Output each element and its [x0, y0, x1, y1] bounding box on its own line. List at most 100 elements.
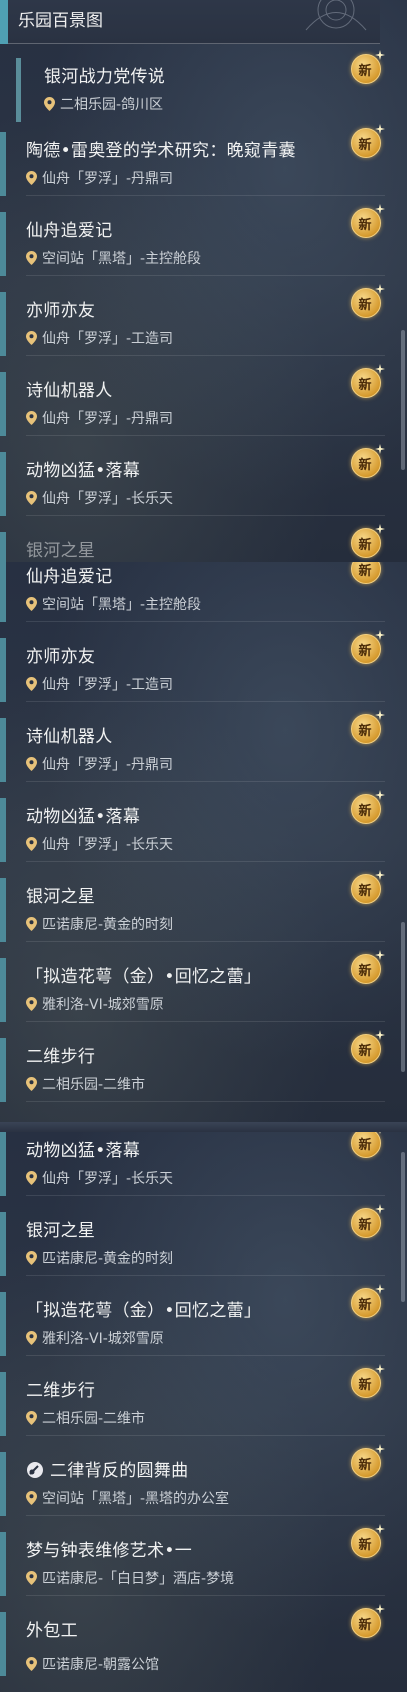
- item-location: 空间站「黑塔」-黑塔的办公室: [26, 1488, 229, 1508]
- list-item[interactable]: 诗仙机器人 仙舟「罗浮」-丹鼎司 新: [0, 364, 395, 436]
- location-pin-icon: [26, 1077, 37, 1091]
- item-accent-bar: [0, 638, 6, 702]
- item-location-text: 空间站「黑塔」-主控舱段: [42, 597, 202, 613]
- item-location: 二相乐园-二维市: [26, 1074, 145, 1094]
- new-badge: 新: [351, 1364, 385, 1398]
- item-divider: [26, 1195, 385, 1196]
- item-location-text: 匹诺康尼-黄金的时刻: [42, 917, 174, 933]
- list-item[interactable]: 外包工 匹诺康尼-朝露公馆 新: [0, 1604, 395, 1676]
- location-pin-icon: [26, 1571, 37, 1585]
- list-item[interactable]: 仙舟追爱记 空间站「黑塔」-主控舱段 新: [0, 562, 395, 622]
- item-location-text: 仙舟「罗浮」-长乐天: [42, 1171, 174, 1187]
- scrollbar[interactable]: [401, 922, 405, 1072]
- item-divider: [26, 435, 385, 436]
- item-divider: [26, 1355, 385, 1356]
- list-item[interactable]: 陶德•雷奥登的学术研究：晚窥青囊 仙舟「罗浮」-丹鼎司 新: [0, 124, 395, 196]
- location-pin-icon: [26, 757, 37, 771]
- new-badge: 新: [351, 284, 385, 318]
- location-pin-icon: [26, 597, 37, 611]
- item-title: 诗仙机器人: [26, 727, 113, 747]
- list-item[interactable]: 仙舟追爱记 空间站「黑塔」-主控舱段 新: [0, 204, 395, 276]
- sparkle-icon: [375, 1604, 385, 1614]
- item-location-text: 空间站「黑塔」-黑塔的办公室: [42, 1491, 230, 1507]
- location-pin-icon: [26, 837, 37, 851]
- item-title: 动物凶猛•落幕: [26, 807, 141, 827]
- item-title: 「拟造花萼（金）•回忆之蕾」: [26, 1301, 262, 1321]
- new-badge: 新: [351, 1132, 381, 1158]
- item-location: 空间站「黑塔」-主控舱段: [26, 594, 201, 614]
- item-divider: [26, 515, 385, 516]
- sparkle-icon: [375, 1444, 385, 1454]
- sparkle-icon: [375, 364, 385, 374]
- location-pin-icon: [26, 677, 37, 691]
- list-item[interactable]: 「拟造花萼（金）•回忆之蕾」 雅利洛-VI-城郊雪原 新: [0, 950, 395, 1022]
- sparkle-icon: [375, 1524, 385, 1534]
- item-divider: [26, 1515, 385, 1516]
- item-accent-bar: [0, 1532, 6, 1596]
- item-title: 陶德•雷奥登的学术研究：晚窥青囊: [26, 141, 296, 161]
- sparkle-icon: [375, 1030, 385, 1040]
- list-item[interactable]: 银河之星 匹诺康尼-黄金的时刻 新: [0, 1204, 395, 1276]
- new-badge: 新: [351, 444, 385, 478]
- item-title: 亦师亦友: [26, 301, 96, 321]
- sparkle-icon: [375, 950, 385, 960]
- location-pin-icon: [26, 1657, 37, 1671]
- location-pin-icon: [26, 917, 37, 931]
- list-item[interactable]: 动物凶猛•落幕 仙舟「罗浮」-长乐天 新: [0, 444, 395, 516]
- list-item[interactable]: 「拟造花萼（金）•回忆之蕾」 雅利洛-VI-城郊雪原 新: [0, 1284, 395, 1356]
- item-accent-bar: [0, 1292, 6, 1356]
- item-location: 仙舟「罗浮」-丹鼎司: [26, 168, 173, 188]
- item-location-text: 仙舟「罗浮」-丹鼎司: [42, 757, 174, 773]
- list-item[interactable]: 银河之星 新: [0, 524, 395, 562]
- item-location: 仙舟「罗浮」-长乐天: [26, 488, 173, 508]
- item-location: 仙舟「罗浮」-丹鼎司: [26, 754, 173, 774]
- item-location: 匹诺康尼-黄金的时刻: [26, 1248, 173, 1268]
- item-title: 动物凶猛•落幕: [26, 461, 141, 481]
- item-divider: [26, 941, 385, 942]
- item-location: 二相乐园-二维市: [26, 1408, 145, 1428]
- new-badge: 新: [351, 1524, 385, 1558]
- list-item[interactable]: 亦师亦友 仙舟「罗浮」-工造司 新: [0, 630, 395, 702]
- item-accent-bar: [0, 1038, 6, 1102]
- list-item[interactable]: 动物凶猛•落幕 仙舟「罗浮」-长乐天 新: [0, 1132, 395, 1196]
- item-location-text: 匹诺康尼-朝露公馆: [42, 1657, 160, 1673]
- scrollbar[interactable]: [401, 330, 405, 470]
- list-item[interactable]: 动物凶猛•落幕 仙舟「罗浮」-长乐天 新: [0, 790, 395, 862]
- item-location-text: 仙舟「罗浮」-工造司: [42, 331, 174, 347]
- item-divider: [26, 621, 385, 622]
- item-title: 诗仙机器人: [26, 381, 113, 401]
- scrollbar[interactable]: [401, 1152, 405, 1302]
- item-divider: [26, 861, 385, 862]
- list-item[interactable]: 二维步行 二相乐园-二维市 新: [0, 1030, 395, 1102]
- item-divider: [26, 355, 385, 356]
- item-location-text: 仙舟「罗浮」-长乐天: [42, 491, 174, 507]
- item-location-text: 雅利洛-VI-城郊雪原: [42, 997, 164, 1013]
- list-item[interactable]: 银河战力党传说 二相乐园-鸽川区 新: [0, 50, 395, 122]
- item-location-text: 雅利洛-VI-城郊雪原: [42, 1331, 164, 1347]
- list-item[interactable]: 二律背反的圆舞曲 空间站「黑塔」-黑塔的办公室 新: [0, 1444, 395, 1516]
- new-badge: 新: [351, 950, 385, 984]
- item-title: 二维步行: [26, 1381, 96, 1401]
- item-location: 仙舟「罗浮」-工造司: [26, 328, 173, 348]
- location-pin-icon: [26, 411, 37, 425]
- new-badge: 新: [351, 50, 385, 84]
- item-divider: [26, 1595, 385, 1596]
- item-accent-bar: [0, 532, 6, 562]
- list-item[interactable]: 梦与钟表维修艺术•一 匹诺康尼-「白日梦」酒店-梦境 新: [0, 1524, 395, 1596]
- list-item[interactable]: 二维步行 二相乐园-二维市 新: [0, 1364, 395, 1436]
- sparkle-icon: [375, 50, 385, 60]
- location-pin-icon: [26, 1411, 37, 1425]
- header-decoration-icon: [305, 0, 367, 31]
- item-location-text: 仙舟「罗浮」-丹鼎司: [42, 171, 174, 187]
- item-accent-bar: [0, 292, 6, 356]
- item-title: 仙舟追爱记: [26, 221, 113, 241]
- item-title-text: 二律背反的圆舞曲: [50, 1461, 189, 1481]
- location-pin-icon: [26, 1171, 37, 1185]
- list-item[interactable]: 银河之星 匹诺康尼-黄金的时刻 新: [0, 870, 395, 942]
- item-title: 仙舟追爱记: [26, 567, 113, 587]
- list-item[interactable]: 诗仙机器人 仙舟「罗浮」-丹鼎司 新: [0, 710, 395, 782]
- location-pin-icon: [26, 251, 37, 265]
- list-item[interactable]: 亦师亦友 仙舟「罗浮」-工造司 新: [0, 284, 395, 356]
- item-title: 动物凶猛•落幕: [26, 1141, 141, 1161]
- item-title: 梦与钟表维修艺术•一: [26, 1541, 193, 1561]
